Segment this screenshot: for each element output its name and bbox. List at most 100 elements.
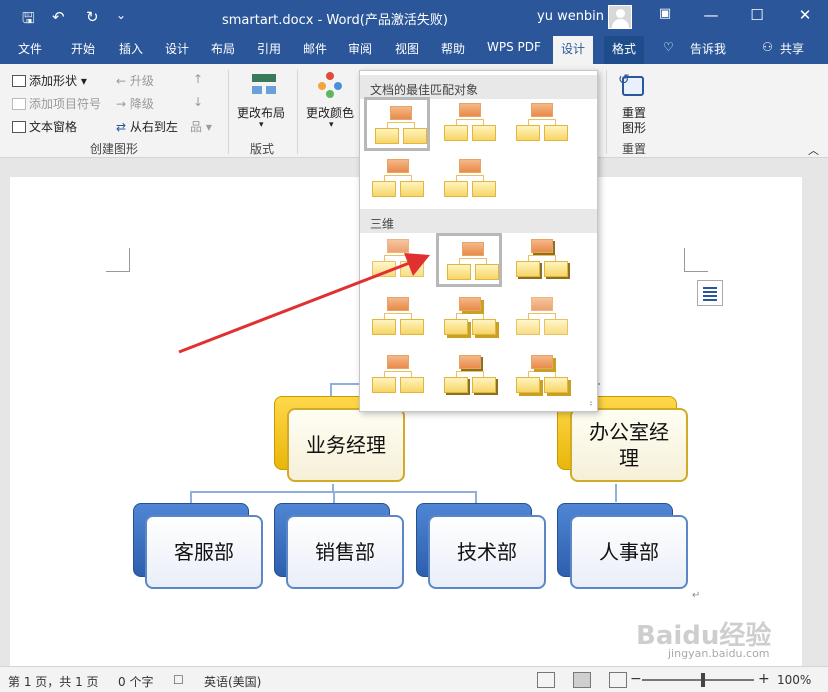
tab-review[interactable]: 审阅 (348, 40, 372, 57)
web-layout-view-icon[interactable] (609, 672, 627, 688)
style-thumbnail-3d-3[interactable] (364, 291, 430, 345)
redo-icon[interactable]: ↻ (86, 8, 99, 26)
add-bullet-button[interactable]: 添加项目符号 (12, 95, 101, 112)
style-thumbnail-best-4[interactable] (436, 153, 502, 207)
style-thumbnail-best-2[interactable] (508, 97, 574, 151)
style-thumbnail-3d-8[interactable] (508, 349, 574, 403)
style-thumbnail-best-3[interactable] (364, 153, 430, 207)
connector (333, 491, 335, 503)
tell-me-icon[interactable]: ♡ (663, 40, 674, 54)
style-thumbnail-shape (400, 181, 424, 197)
zoom-in-button[interactable]: + (758, 671, 770, 687)
style-thumbnail-shape (444, 377, 468, 393)
layout-org-icon[interactable]: 品 ▾ (190, 118, 212, 135)
promote-button[interactable]: ← 升级 (116, 72, 154, 89)
user-name[interactable]: yu wenbin (537, 9, 604, 24)
share-icon[interactable]: ⚇ (762, 40, 773, 54)
department-box-hr[interactable]: 人事部 (570, 515, 688, 589)
maximize-button[interactable]: ☐ (742, 6, 772, 24)
zoom-level[interactable]: 100% (777, 673, 811, 687)
tell-me-label[interactable]: 告诉我 (690, 40, 726, 57)
text-pane-button[interactable]: 文本窗格 (12, 118, 77, 135)
group-divider (606, 70, 607, 154)
manager-box-business[interactable]: 业务经理 (287, 408, 405, 482)
style-thumbnail-3d-2[interactable] (508, 233, 574, 287)
style-thumbnail-shape (472, 125, 496, 141)
add-bullet-label: 添加项目符号 (29, 97, 102, 111)
tab-wps-pdf[interactable]: WPS PDF (487, 40, 541, 54)
department-box-tech[interactable]: 技术部 (428, 515, 546, 589)
style-thumbnail-shape (387, 159, 409, 173)
add-shape-button[interactable]: 添加形状 ▾ (12, 72, 87, 89)
add-shape-label: 添加形状 (29, 74, 78, 88)
tab-insert[interactable]: 插入 (119, 40, 143, 57)
change-layout-dropdown-icon[interactable]: ▾ (259, 120, 264, 130)
style-thumbnail-3d-4[interactable] (436, 291, 502, 345)
smartart-style-gallery: 文档的最佳匹配对象 三维 ⠰ (359, 70, 598, 412)
bullet-icon (12, 98, 26, 110)
ribbon-display-icon[interactable]: ▣ (650, 6, 680, 21)
style-thumbnail-shape (372, 319, 396, 335)
tab-file[interactable]: 文件 (18, 40, 42, 57)
style-thumbnail-shape (516, 261, 540, 277)
collapse-ribbon-icon[interactable]: ︿ (808, 142, 819, 158)
style-thumbnail-shape (387, 239, 409, 253)
tab-help[interactable]: 帮助 (441, 40, 465, 57)
tab-mailings[interactable]: 邮件 (303, 40, 327, 57)
style-thumbnail-3d-6[interactable] (364, 349, 430, 403)
zoom-slider-thumb[interactable] (701, 673, 705, 687)
tab-home[interactable]: 开始 (71, 40, 95, 57)
paragraph-mark: ↵ (692, 590, 701, 601)
department-box-service[interactable]: 客服部 (145, 515, 263, 589)
reset-graphic-button-line2[interactable]: 图形 (622, 119, 646, 136)
layout-options-icon[interactable] (697, 280, 723, 306)
create-graphic-group-label: 创建图形 (90, 142, 139, 156)
department-box-sales[interactable]: 销售部 (286, 515, 404, 589)
style-thumbnail-shape (403, 128, 427, 144)
change-colors-button[interactable]: 更改颜色 (306, 104, 354, 121)
style-thumbnail-3d-5[interactable] (508, 291, 574, 345)
style-thumbnail-best-1[interactable] (436, 97, 502, 151)
manager-box-office[interactable]: 办公室经理 (570, 408, 688, 482)
style-thumbnail-3d-1[interactable] (436, 233, 502, 287)
tab-view[interactable]: 视图 (395, 40, 419, 57)
word-count[interactable]: 0 个字 (118, 673, 153, 690)
share-button[interactable]: 共享 (780, 40, 804, 57)
tab-format[interactable]: 格式 (604, 36, 645, 64)
move-down-icon[interactable]: ↓ (193, 95, 203, 109)
save-icon[interactable]: 🖫 (22, 8, 35, 33)
ribbon-tabs: 文件 开始 插入 设计 布局 引用 邮件 审阅 视图 帮助 WPS PDF 设计… (0, 34, 828, 64)
palette-icon (316, 70, 346, 100)
proofing-icon[interactable]: ☐ (173, 673, 184, 687)
read-mode-view-icon[interactable] (537, 672, 555, 688)
window-title: smartart.docx - Word(产品激活失败) (222, 13, 448, 28)
text-pane-label: 文本窗格 (29, 120, 78, 134)
style-thumbnail-3d-7[interactable] (436, 349, 502, 403)
close-button[interactable]: ✕ (790, 6, 820, 24)
language-indicator[interactable]: 英语(美国) (204, 673, 261, 690)
tab-layout[interactable]: 布局 (211, 40, 235, 57)
change-colors-dropdown-icon[interactable]: ▾ (329, 120, 334, 130)
minimize-button[interactable]: — (696, 6, 726, 24)
tab-design[interactable]: 设计 (165, 40, 189, 57)
connector (330, 383, 332, 397)
style-thumbnail-best-0[interactable] (364, 97, 430, 151)
page-count[interactable]: 第 1 页，共 1 页 (8, 673, 99, 690)
zoom-slider[interactable] (642, 679, 754, 681)
move-up-icon[interactable]: ↑ (193, 72, 203, 86)
resize-grip-icon[interactable]: ⠰ (586, 399, 593, 409)
right-to-left-button[interactable]: ⇄ 从右到左 (116, 118, 178, 135)
title-bar: 🖫 ↶ ↻ ⌄ smartart.docx - Word(产品激活失败) yu … (0, 0, 828, 34)
style-thumbnail-shape (531, 103, 553, 117)
demote-button[interactable]: → 降级 (116, 95, 154, 112)
avatar[interactable] (608, 5, 632, 29)
zoom-out-button[interactable]: − (630, 671, 642, 687)
customize-quick-access-icon[interactable]: ⌄ (116, 8, 126, 22)
style-thumbnail-3d-0[interactable] (364, 233, 430, 287)
change-layout-button[interactable]: 更改布局 (237, 104, 285, 121)
print-layout-view-icon[interactable] (573, 672, 591, 688)
promote-label: 升级 (129, 74, 154, 88)
tab-references[interactable]: 引用 (257, 40, 281, 57)
tab-smartart-design[interactable]: 设计 (553, 36, 594, 64)
undo-icon[interactable]: ↶ (52, 8, 65, 26)
